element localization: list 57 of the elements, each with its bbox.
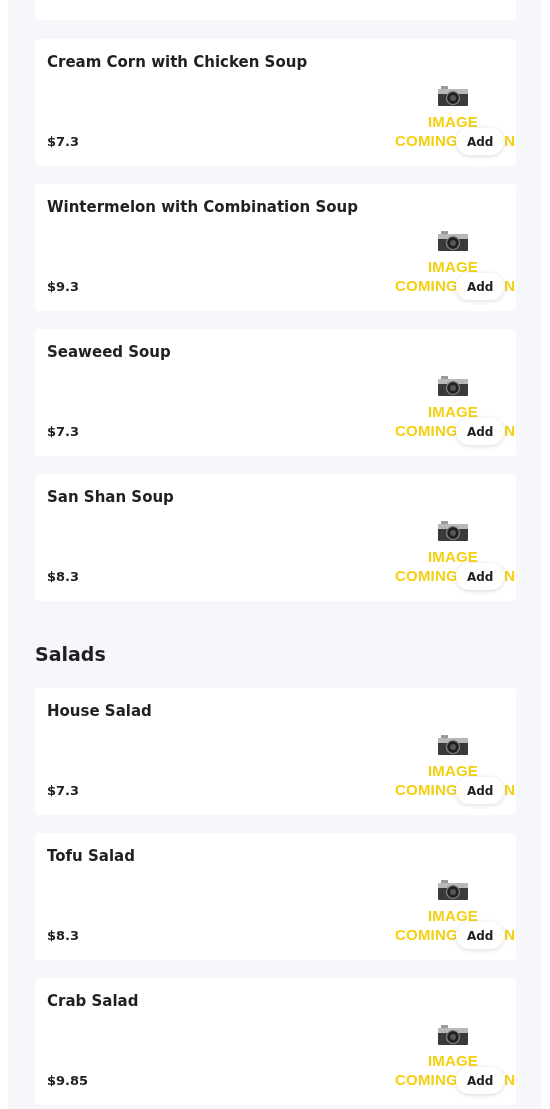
placeholder-text: IMAGE — [427, 1051, 479, 1070]
camera-icon — [438, 521, 468, 541]
item-price: $8.3 — [47, 927, 81, 945]
menu-item-card[interactable]: Wintermelon with Combination Soup $9.3 IMAGE COMING Add N — [35, 184, 516, 311]
placeholder-text: N — [504, 131, 516, 150]
item-price: $7.3 — [47, 782, 81, 800]
item-name: House Salad — [47, 701, 152, 722]
placeholder-text: N — [504, 925, 516, 944]
placeholder-text: COMING — [395, 925, 458, 944]
menu-item-card[interactable]: Seaweed Soup $7.3 IMAGE COMING Add N — [35, 329, 516, 456]
item-name: Cream Corn with Chicken Soup — [47, 52, 308, 73]
item-price: $8.3 — [47, 568, 81, 586]
menu-item-card[interactable]: House Salad $7.3 IMAGE COMING Add N — [35, 688, 516, 815]
placeholder-text: IMAGE — [427, 257, 479, 276]
camera-icon — [438, 735, 468, 755]
add-button[interactable]: Add — [455, 563, 505, 590]
add-button[interactable]: Add — [455, 1067, 505, 1094]
placeholder-text: COMING — [395, 1070, 458, 1089]
placeholder-text: N — [504, 566, 516, 585]
placeholder-text: COMING — [395, 131, 458, 150]
placeholder-text: N — [504, 421, 516, 440]
menu-item-card[interactable]: Cream Corn with Chicken Soup $7.3 IMAGE COMING Add N — [35, 39, 516, 166]
placeholder-text: IMAGE — [427, 112, 479, 131]
item-name: Crab Salad — [47, 991, 139, 1012]
camera-icon — [438, 880, 468, 900]
placeholder-text: IMAGE — [427, 402, 479, 421]
camera-icon — [438, 1025, 468, 1045]
camera-icon — [438, 231, 468, 251]
add-button[interactable]: Add — [455, 418, 505, 445]
item-price: $7.3 — [47, 423, 81, 441]
add-button[interactable]: Add — [455, 922, 505, 949]
placeholder-text: N — [504, 780, 516, 799]
item-name: Wintermelon with Combination Soup — [47, 197, 358, 218]
add-button[interactable]: Add — [455, 777, 505, 804]
add-button[interactable]: Add — [455, 128, 505, 155]
item-name: Tofu Salad — [47, 846, 135, 867]
placeholder-text: COMING — [395, 566, 458, 585]
placeholder-text: IMAGE — [427, 761, 479, 780]
placeholder-text: COMING — [395, 421, 458, 440]
camera-icon — [438, 376, 468, 396]
placeholder-text: COMING — [395, 780, 458, 799]
item-name: Seaweed Soup — [47, 342, 171, 363]
menu-item-card[interactable]: Tofu Salad $8.3 IMAGE COMING Add N — [35, 833, 516, 960]
item-price: $7.3 — [47, 133, 81, 151]
placeholder-text: IMAGE — [427, 547, 479, 566]
placeholder-text: N — [504, 1070, 516, 1089]
placeholder-text: IMAGE — [427, 906, 479, 925]
item-price: $9.85 — [47, 1072, 90, 1090]
section-title: Salads — [35, 642, 107, 667]
placeholder-text: COMING — [395, 276, 458, 295]
add-button[interactable]: Add — [455, 273, 505, 300]
camera-icon — [438, 86, 468, 106]
menu-item-card[interactable]: Crab Salad $9.85 IMAGE COMING Add N — [35, 978, 516, 1105]
menu-item-card[interactable]: San Shan Soup $8.3 IMAGE COMING Add N — [35, 474, 516, 601]
item-name: San Shan Soup — [47, 487, 174, 508]
placeholder-text: N — [504, 276, 516, 295]
item-price: $9.3 — [47, 278, 81, 296]
